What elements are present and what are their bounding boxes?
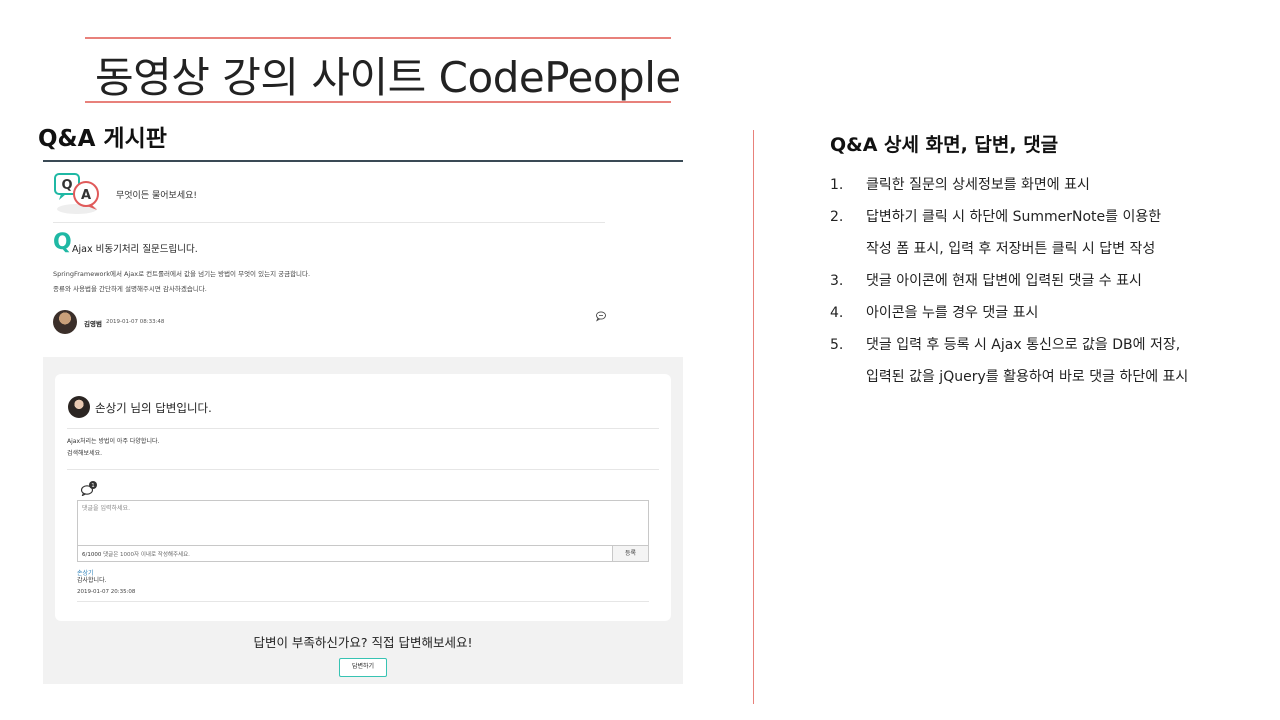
answer-body-line: Ajax처리는 방법이 아주 다양합니다. <box>67 438 160 445</box>
question-author-avatar <box>53 310 77 334</box>
comment-toggle-icon[interactable]: 1 <box>80 480 98 496</box>
feature-text: 답변하기 클릭 시 하단에 SummerNote를 이용한 작성 폼 표시, 입… <box>866 206 1161 261</box>
title-rule-bottom <box>85 101 671 103</box>
feature-line: 댓글 입력 후 등록 시 Ajax 통신으로 값을 DB에 저장, <box>866 337 1181 353</box>
divider <box>77 601 649 602</box>
divider <box>67 428 659 429</box>
feature-line: 클릭한 질문의 상세정보를 화면에 표시 <box>866 177 1090 193</box>
feature-text: 클릭한 질문의 상세정보를 화면에 표시 <box>866 174 1090 197</box>
feature-number: 4. <box>830 305 844 321</box>
answer-heading: 손상기 님의 답변입니다. <box>95 401 212 415</box>
comment-date: 2019-01-07 20:35:08 <box>77 589 136 595</box>
answer-body: Ajax처리는 방법이 아주 다양합니다. 검색해보세요. <box>67 436 159 460</box>
feature-item: 5. 댓글 입력 후 등록 시 Ajax 통신으로 값을 DB에 저장, 입력된… <box>830 334 1188 389</box>
comment-char-count: 6/1000 댓글은 1000자 이내로 작성해주세요. <box>82 550 190 558</box>
feature-list: 1. 클릭한 질문의 상세정보를 화면에 표시 2. 답변하기 클릭 시 하단에… <box>830 174 1188 398</box>
feature-line: 입력된 값을 jQuery를 활용하여 바로 댓글 하단에 표시 <box>866 369 1189 385</box>
question-author[interactable]: 김영범 <box>84 318 102 328</box>
char-count-value: 6/1000 <box>82 552 102 558</box>
feature-number: 5. <box>830 337 844 353</box>
section-title: Q&A 게시판 <box>38 126 167 152</box>
feature-item: 3. 댓글 아이콘에 현재 답변에 입력된 댓글 수 표시 <box>830 270 1188 293</box>
feature-text: 댓글 아이콘에 현재 답변에 입력된 댓글 수 표시 <box>866 270 1142 293</box>
feature-line: 작성 폼 표시, 입력 후 저장버튼 클릭 시 답변 작성 <box>866 241 1156 257</box>
char-count-hint: 댓글은 1000자 이내로 작성해주세요. <box>103 552 190 558</box>
feature-item: 4. 아이콘을 누를 경우 댓글 표시 <box>830 302 1188 325</box>
feature-item: 1. 클릭한 질문의 상세정보를 화면에 표시 <box>830 174 1188 197</box>
feature-number: 3. <box>830 273 844 289</box>
answer-prompt: 답변이 부족하신가요? 직접 답변해보세요! <box>253 635 473 650</box>
question-date: 2019-01-07 08:33:48 <box>106 319 165 325</box>
question-body-line: 종류와 사용법을 간단하게 설명해주시면 감사하겠습니다. <box>53 285 207 293</box>
write-answer-button[interactable]: 답변하기 <box>339 658 387 677</box>
answer-body-line: 검색해보세요. <box>67 450 103 457</box>
feature-text: 아이콘을 누를 경우 댓글 표시 <box>866 302 1038 325</box>
comment-icon[interactable] <box>595 310 607 322</box>
qa-logo-icon: Q A <box>54 173 99 210</box>
divider <box>67 469 659 470</box>
screenshot-top-border <box>43 160 683 162</box>
vertical-divider <box>753 130 754 704</box>
feature-line: 댓글 아이콘에 현재 답변에 입력된 댓글 수 표시 <box>866 273 1142 289</box>
answer-author-avatar <box>68 396 90 418</box>
feature-item: 2. 답변하기 클릭 시 하단에 SummerNote를 이용한 작성 폼 표시… <box>830 206 1188 261</box>
question-body-line: SpringFramework에서 Ajax로 컨트롤러에서 값을 넘기는 방법… <box>53 270 311 278</box>
logo-letter-a: A <box>81 188 91 203</box>
comment-input[interactable]: 댓글을 입력하세요. <box>77 500 649 546</box>
feature-line: 아이콘을 누를 경우 댓글 표시 <box>866 305 1039 321</box>
feature-line: 답변하기 클릭 시 하단에 SummerNote를 이용한 <box>866 209 1162 225</box>
slide-title: 동영상 강의 사이트 CodePeople <box>95 53 681 102</box>
logo-letter-q: Q <box>61 178 72 193</box>
title-rule-top <box>85 37 671 39</box>
question-body: SpringFramework에서 Ajax로 컨트롤러에서 값을 넘기는 방법… <box>53 267 310 297</box>
feature-title: Q&A 상세 화면, 답변, 댓글 <box>830 134 1059 156</box>
question-mark-icon: Q <box>53 230 72 255</box>
feature-text: 댓글 입력 후 등록 시 Ajax 통신으로 값을 DB에 저장, 입력된 값을… <box>866 334 1188 389</box>
comment-input-footer: 6/1000 댓글은 1000자 이내로 작성해주세요. 등록 <box>77 546 649 562</box>
qa-screenshot: Q A 무엇이든 물어보세요! Q Ajax 비동기처리 질문드립니다. Spr… <box>43 160 683 684</box>
question-title: Ajax 비동기처리 질문드립니다. <box>72 244 198 255</box>
qa-tagline: 무엇이든 물어보세요! <box>116 191 197 201</box>
comment-count-badge: 1 <box>91 483 95 489</box>
comment-text: 감사합니다. <box>77 577 107 584</box>
feature-number: 1. <box>830 177 844 193</box>
divider <box>53 222 605 223</box>
register-comment-button[interactable]: 등록 <box>612 546 648 561</box>
feature-number: 2. <box>830 209 844 225</box>
